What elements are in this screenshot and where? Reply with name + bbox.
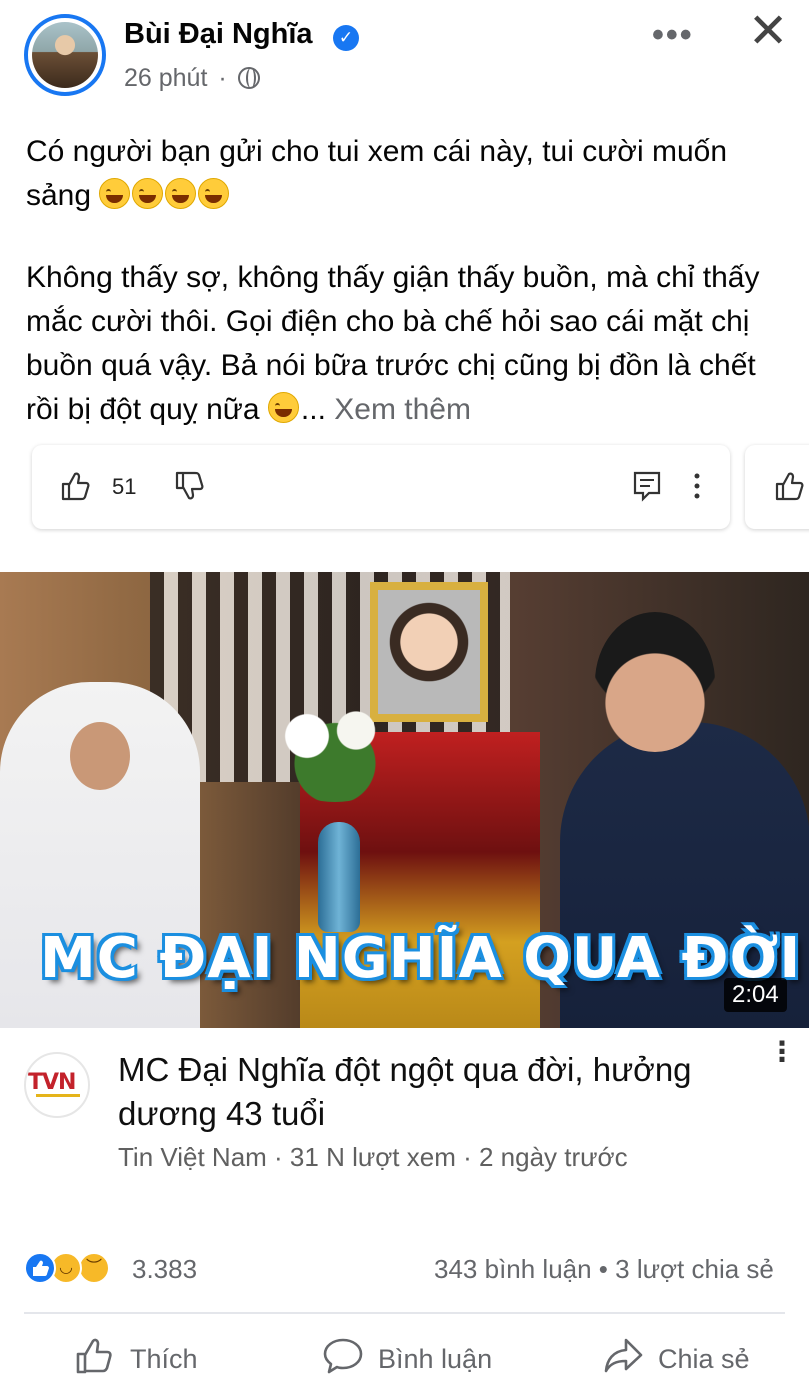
thumbnail-portrait-frame xyxy=(370,582,488,722)
video-more-icon[interactable]: ⋮ xyxy=(768,1038,796,1066)
thumbs-up-icon[interactable] xyxy=(60,470,92,502)
embed-like-count: 51 xyxy=(112,474,137,499)
channel-avatar[interactable]: TVN xyxy=(24,1052,90,1118)
thumbs-up-icon-next[interactable] xyxy=(774,470,806,502)
video-title[interactable]: MC Đại Nghĩa đột ngột qua đời, hưởng dươ… xyxy=(118,1048,738,1136)
thumbnail-face-left xyxy=(70,722,130,790)
embed-action-card xyxy=(32,445,730,529)
post-time[interactable]: 26 phút xyxy=(124,64,207,92)
post-paragraph-2: Không thấy sợ, không thấy giận thấy buồn… xyxy=(26,256,796,432)
author-name[interactable]: Bùi Đại Nghĩa xyxy=(124,18,313,51)
author-avatar[interactable] xyxy=(24,14,106,96)
sad-reaction-icon: ︶ xyxy=(78,1252,110,1284)
engagement-summary[interactable]: 343 bình luận • 3 lượt chia sẻ xyxy=(434,1254,774,1285)
comment-icon xyxy=(323,1338,363,1374)
reaction-count[interactable]: 3.383 xyxy=(132,1254,197,1285)
thumbnail-flowers xyxy=(265,692,405,802)
post-header: Bùi Đại Nghĩa ✓ 26 phút · ••• ✕ xyxy=(0,0,809,110)
channel-logo-text: TVN xyxy=(28,1070,76,1095)
grinning-emoji-icon xyxy=(99,178,131,209)
like-button[interactable]: Thích xyxy=(74,1336,224,1380)
meta-separator: · xyxy=(218,64,227,92)
like-icon xyxy=(76,1338,112,1374)
close-icon[interactable]: ✕ xyxy=(748,8,788,56)
more-options-icon[interactable]: ••• xyxy=(652,16,694,55)
video-duration-badge: 2:04 xyxy=(724,978,787,1012)
ellipsis: ... xyxy=(300,393,326,426)
post-body: Có người bạn gửi cho tui xem cái này, tu… xyxy=(26,130,796,470)
video-thumbnail[interactable]: MC ĐẠI NGHĨA QUA ĐỜI 2:04 xyxy=(0,572,809,1028)
comment-label: Bình luận xyxy=(378,1344,493,1374)
share-button[interactable]: Chia sẻ xyxy=(602,1336,792,1380)
vertical-dots-icon[interactable] xyxy=(690,472,704,500)
post-meta: 26 phút · xyxy=(124,64,260,93)
grinning-emoji-icon xyxy=(132,178,164,209)
globe-icon xyxy=(237,67,260,89)
video-meta: Tin Việt Nam · 31 N lượt xem · 2 ngày tr… xyxy=(118,1142,628,1172)
share-label: Chia sẻ xyxy=(658,1344,750,1374)
see-more-link[interactable]: Xem thêm xyxy=(334,393,471,426)
channel-logo-underline xyxy=(36,1094,80,1097)
like-label: Thích xyxy=(130,1344,198,1374)
avatar-photo xyxy=(32,22,98,88)
comment-button[interactable]: Bình luận xyxy=(322,1336,512,1380)
grinning-emoji-icon xyxy=(165,178,197,209)
thumbnail-head-right xyxy=(595,612,715,752)
post-text-line1: Có người bạn gửi cho tui xem cái này, tu… xyxy=(26,135,728,212)
comment-box-icon[interactable] xyxy=(632,470,662,502)
thumbnail-vase xyxy=(318,822,360,932)
verified-badge-icon: ✓ xyxy=(333,25,359,51)
like-reaction-icon xyxy=(24,1252,56,1284)
action-divider xyxy=(24,1312,785,1314)
thumbs-down-icon[interactable] xyxy=(174,470,206,502)
post-paragraph-1: Có người bạn gửi cho tui xem cái này, tu… xyxy=(26,130,796,218)
thumbnail-caption: MC ĐẠI NGHĨA QUA ĐỜI xyxy=(40,926,802,991)
share-icon xyxy=(604,1338,643,1373)
grinning-emoji-icon xyxy=(198,178,230,209)
smiley-emoji-icon xyxy=(267,392,299,423)
